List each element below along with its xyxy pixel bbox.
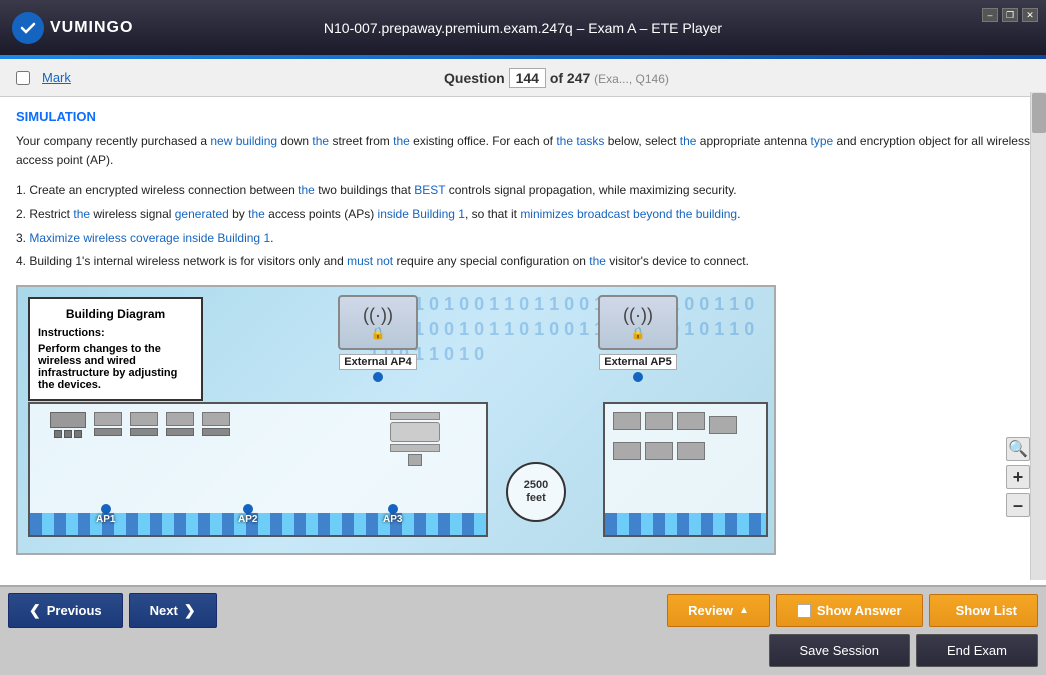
ap3[interactable]: AP3 — [383, 504, 402, 525]
review-caret-icon: ▲ — [739, 605, 749, 616]
show-list-label: Show List — [956, 603, 1017, 618]
ap4-lock-icon: 🔒 — [371, 326, 386, 340]
distance-value: 2500 — [524, 479, 548, 492]
previous-arrow-icon: ❮ — [29, 602, 41, 619]
right-desks — [613, 412, 766, 460]
ap4-connector — [373, 372, 383, 382]
previous-label: Previous — [47, 603, 102, 618]
logo-icon — [12, 12, 44, 44]
ap5-lock-icon: 🔒 — [631, 326, 646, 340]
show-answer-checkbox — [797, 604, 811, 618]
title-bar: VUMINGO N10-007.prepaway.premium.exam.24… — [0, 0, 1046, 55]
restore-button[interactable]: ❐ — [1002, 8, 1018, 22]
question-number-box: 144 — [509, 70, 550, 86]
next-button[interactable]: Next ❯ — [129, 593, 217, 628]
logo-text: VUMINGO — [50, 19, 133, 37]
intro-text: Your company recently purchased a new bu… — [16, 132, 1030, 170]
zoom-search-button[interactable]: 🔍 — [1006, 437, 1030, 461]
question-info: Question 144 of 247 (Exa..., Q146) — [444, 68, 669, 88]
question-header: Mark Question 144 of 247 (Exa..., Q146) — [0, 59, 1046, 97]
external-ap4[interactable]: ((·)) 🔒 External AP4 — [338, 295, 418, 382]
task-list: 1. Create an encrypted wireless connecti… — [16, 180, 1030, 272]
task-1: 1. Create an encrypted wireless connecti… — [16, 180, 1030, 202]
instructions-box: Building Diagram Instructions: Perform c… — [28, 297, 203, 401]
ap2-dot — [243, 504, 253, 514]
external-ap5[interactable]: ((·)) 🔒 External AP5 — [598, 295, 678, 382]
end-exam-button[interactable]: End Exam — [916, 634, 1038, 667]
question-sub: (Exa..., Q146) — [594, 72, 669, 86]
save-session-button[interactable]: Save Session — [769, 634, 911, 667]
minimize-button[interactable]: – — [982, 8, 998, 22]
desk-row-1 — [50, 412, 230, 438]
ap2[interactable]: AP2 — [238, 504, 257, 525]
instructions-subtitle: Instructions: — [38, 327, 193, 339]
nav-row: ❮ Previous Next ❯ Review ▲ Show Answer S… — [8, 593, 1038, 628]
mark-label[interactable]: Mark — [42, 70, 71, 85]
distance-indicator: 2500 feet — [506, 462, 566, 522]
zoom-controls: 🔍 + – — [1006, 437, 1030, 517]
question-label: Question — [444, 70, 505, 86]
previous-button[interactable]: ❮ Previous — [8, 593, 123, 628]
zoom-in-button[interactable]: + — [1006, 465, 1030, 489]
zoom-out-button[interactable]: – — [1006, 493, 1030, 517]
ap5-connector — [633, 372, 643, 382]
task-2: 2. Restrict the wireless signal generate… — [16, 204, 1030, 226]
simulation-label: SIMULATION — [16, 109, 1030, 124]
scrollbar[interactable] — [1030, 92, 1046, 580]
review-button[interactable]: Review ▲ — [667, 594, 770, 627]
main-content: SIMULATION Your company recently purchas… — [0, 97, 1046, 585]
distance-unit: feet — [526, 492, 546, 505]
show-list-button[interactable]: Show List — [929, 594, 1038, 627]
show-answer-label: Show Answer — [817, 603, 902, 618]
ap5-wifi-icon: ((·)) — [623, 305, 653, 326]
ap3-dot — [388, 504, 398, 514]
diagram-title: Building Diagram — [38, 307, 193, 321]
ap4-label: External AP4 — [339, 354, 416, 370]
next-arrow-icon: ❯ — [184, 602, 196, 619]
ap1-label: AP1 — [96, 514, 115, 525]
mark-checkbox[interactable] — [16, 71, 30, 85]
ap4-wifi-icon: ((·)) — [363, 305, 393, 326]
window-controls: – ❐ ✕ — [982, 8, 1038, 22]
ap1-dot — [101, 504, 111, 514]
window-title: N10-007.prepaway.premium.exam.247q – Exa… — [324, 20, 722, 36]
next-label: Next — [150, 603, 178, 618]
ap2-label: AP2 — [238, 514, 257, 525]
task-3: 3. Maximize wireless coverage inside Bui… — [16, 228, 1030, 250]
conference-area — [390, 412, 440, 466]
building-right — [603, 402, 768, 537]
task-4: 4. Building 1's internal wireless networ… — [16, 251, 1030, 273]
logo: VUMINGO — [12, 12, 133, 44]
ap3-label: AP3 — [383, 514, 402, 525]
ap5-label: External AP5 — [599, 354, 676, 370]
ap5-box[interactable]: ((·)) 🔒 — [598, 295, 678, 350]
question-number: 144 — [509, 68, 546, 88]
floor-stripe-right — [605, 513, 766, 535]
bottom-bar: ❮ Previous Next ❯ Review ▲ Show Answer S… — [0, 585, 1046, 675]
building-diagram: Building Diagram Instructions: Perform c… — [16, 285, 776, 555]
ap4-box[interactable]: ((·)) 🔒 — [338, 295, 418, 350]
action-row: Save Session End Exam — [8, 634, 1038, 667]
show-answer-button[interactable]: Show Answer — [776, 594, 923, 627]
scroll-thumb[interactable] — [1032, 93, 1046, 133]
review-label: Review — [688, 603, 733, 618]
question-of: of 247 — [550, 70, 590, 86]
instructions-text: Perform changes to the wireless and wire… — [38, 343, 193, 391]
ap1[interactable]: AP1 — [96, 504, 115, 525]
close-button[interactable]: ✕ — [1022, 8, 1038, 22]
